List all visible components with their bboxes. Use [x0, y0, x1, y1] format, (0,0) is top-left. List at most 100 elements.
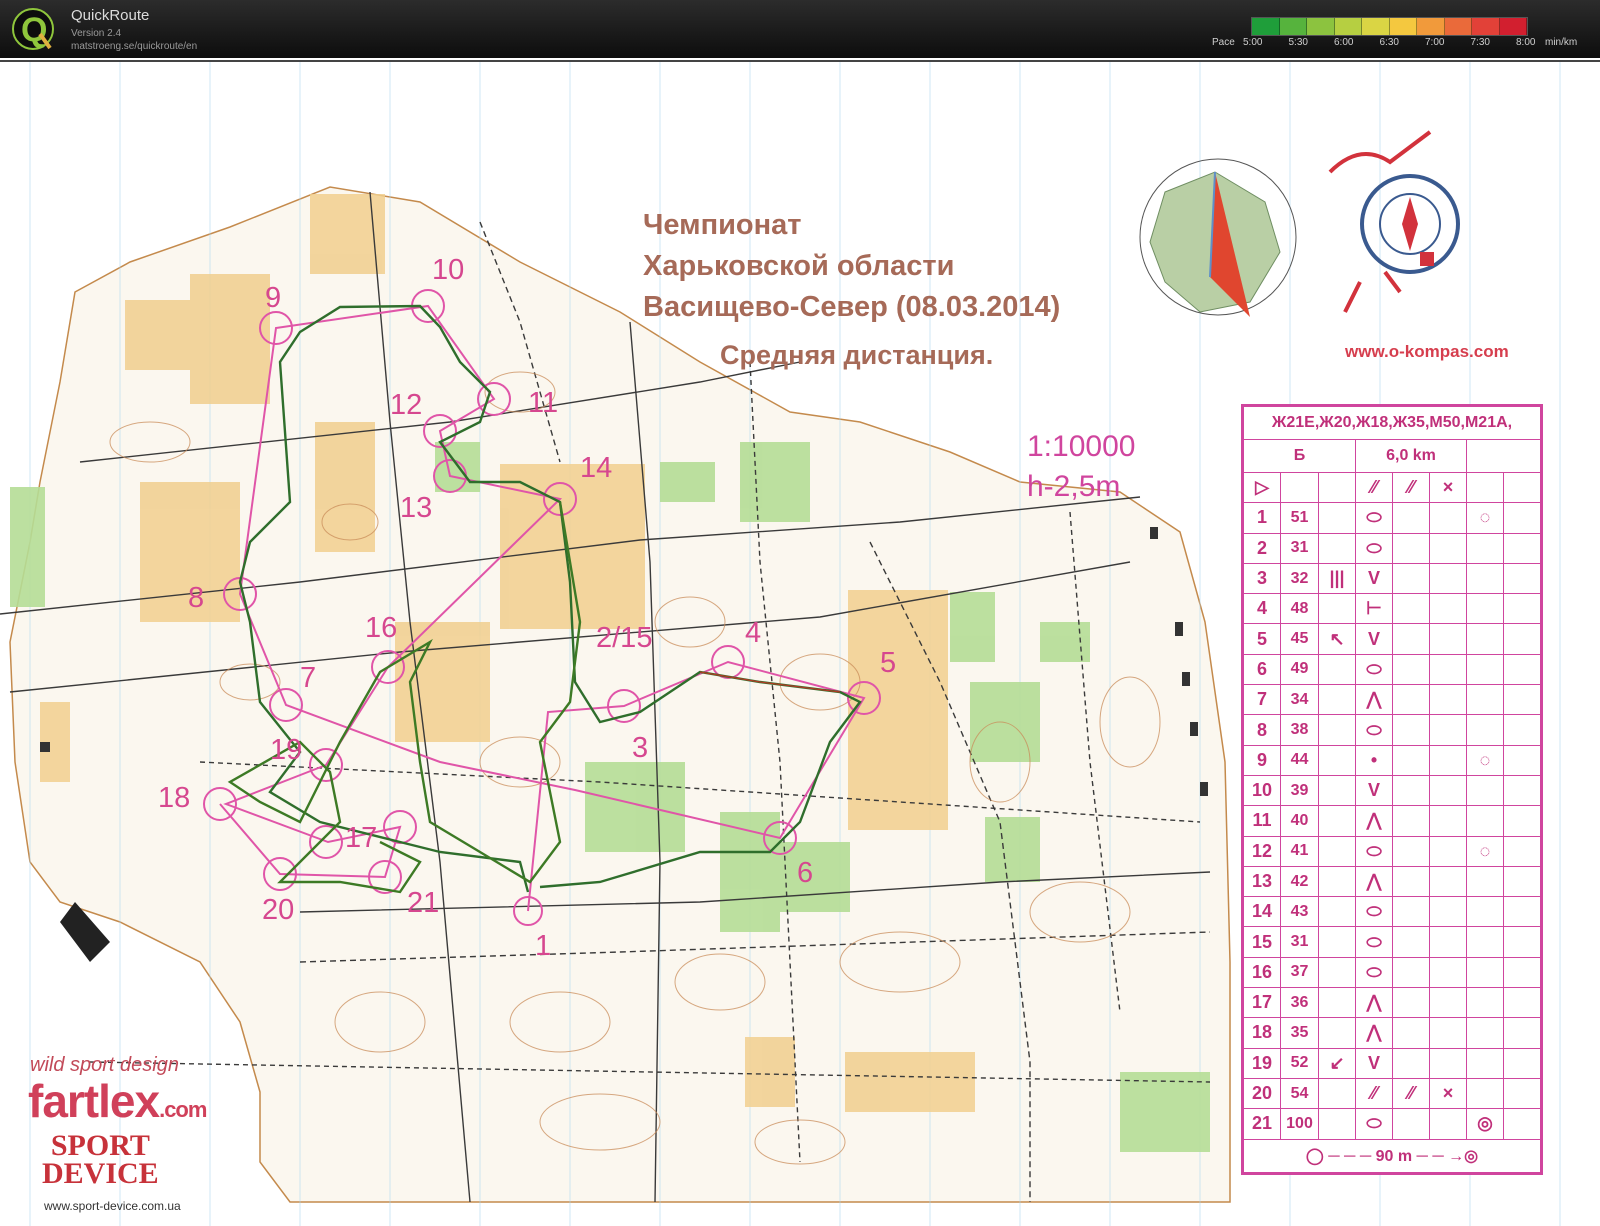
feature-symbol-icon: ⁄⁄: [1355, 1077, 1394, 1110]
other-cell: [1502, 1047, 1542, 1079]
title-line-1: Чемпионат: [643, 209, 802, 241]
start-cell: [1502, 471, 1542, 504]
location-cell: [1465, 653, 1504, 686]
description-row: 19 52 ↙ V: [1243, 1047, 1542, 1079]
app-version: Version 2.4 matstroeng.se/quickroute/en: [71, 27, 197, 53]
control-number: 8: [1243, 714, 1281, 746]
control-code: 39: [1279, 774, 1320, 807]
other-cell: [1502, 623, 1542, 655]
which-feature-cell: [1318, 744, 1357, 776]
appearance-cell: [1392, 684, 1430, 716]
club-website: www.o-kompas.com: [1345, 342, 1509, 361]
control-number: 12: [1243, 835, 1281, 867]
control-code: 42: [1279, 865, 1320, 898]
feature-symbol-icon: ⋀: [1355, 805, 1394, 837]
pace-tick: 7:00: [1425, 37, 1445, 48]
control-description-sheet: Ж21Е,Ж20,Ж18,Ж35,М50,М21А, Б 6,0 km ▷ ⁄⁄…: [1241, 404, 1543, 1175]
control-label: 1: [535, 930, 552, 962]
which-feature-cell: [1318, 835, 1357, 867]
which-feature-cell: [1318, 1017, 1357, 1049]
location-cell: [1465, 532, 1504, 564]
location-cell: [1465, 926, 1504, 958]
which-feature-cell: [1318, 987, 1357, 1019]
fartlex-suffix: .com: [159, 1097, 207, 1122]
location-cell: ◌: [1465, 835, 1504, 867]
appearance-cell: [1392, 835, 1430, 867]
description-row: 12 41 ⬭ ◌: [1243, 835, 1542, 867]
control-code: 36: [1279, 987, 1320, 1019]
which-feature-cell: [1318, 865, 1357, 898]
location-cell: [1465, 1017, 1504, 1049]
detail-cell: [1429, 744, 1467, 776]
control-label: 21: [407, 887, 440, 919]
control-code: 52: [1279, 1047, 1320, 1079]
description-row: 21 100 ⬭ ◎: [1243, 1108, 1542, 1140]
pace-tick: 6:00: [1334, 37, 1354, 48]
appearance-cell: [1392, 1017, 1430, 1049]
location-cell: [1465, 684, 1504, 716]
detail-cell: [1429, 562, 1467, 595]
description-row: 17 36 ⋀: [1243, 987, 1542, 1019]
detail-cell: [1429, 532, 1467, 564]
description-row: 11 40 ⋀: [1243, 805, 1542, 837]
other-cell: [1502, 593, 1542, 625]
course-length: 6,0 km: [1355, 439, 1467, 473]
detail-cell: [1429, 1108, 1467, 1140]
control-label: 13: [400, 492, 433, 524]
pace-color-step: [1417, 18, 1445, 35]
feature-symbol-icon: ⬭: [1355, 653, 1394, 686]
location-cell: [1465, 1047, 1504, 1079]
control-label: 14: [580, 452, 613, 484]
course-name: Б: [1242, 439, 1357, 473]
control-label: 16: [365, 612, 398, 644]
description-row: 18 35 ⋀: [1243, 1017, 1542, 1049]
description-row: 16 37 ⬭: [1243, 956, 1542, 989]
control-label: 7: [300, 662, 317, 694]
pace-color-step: [1472, 18, 1500, 35]
description-rows: 1 51 ⬭ ◌ 2 31 ⬭ 3 32 ||| V 4 48 ⊢ 5 45 ↖ V 6 49 ⬭ 7 34 ⋀ 8 38 ⬭ 9 44…: [1243, 502, 1542, 1140]
app-url[interactable]: matstroeng.se/quickroute/en: [71, 40, 197, 53]
control-label: 3: [632, 732, 649, 764]
sport-device-logo: SPORT DEVICE: [42, 1131, 159, 1189]
orienteering-map[interactable]: Чемпионат Харьковской области Васищево-С…: [0, 60, 1600, 1226]
control-code: 37: [1279, 956, 1320, 989]
control-label: 12: [390, 389, 423, 421]
feature-symbol-icon: ⬭: [1355, 835, 1394, 867]
appearance-cell: [1392, 1047, 1430, 1079]
which-feature-cell: [1318, 653, 1357, 686]
which-feature-cell: [1318, 1108, 1357, 1140]
quickroute-logo-icon: Q: [12, 8, 54, 50]
which-feature-cell: [1318, 774, 1357, 807]
control-label: 5: [880, 647, 897, 679]
control-label: 9: [265, 282, 282, 314]
detail-cell: [1429, 593, 1467, 625]
feature-symbol-icon: ⬭: [1355, 502, 1394, 534]
pace-gradient-bar: [1251, 17, 1528, 36]
feature-symbol-icon: ⊢: [1355, 593, 1394, 625]
control-code: 31: [1279, 926, 1320, 958]
description-row: 1 51 ⬭ ◌: [1243, 502, 1542, 534]
pace-color-step: [1499, 18, 1527, 35]
which-feature-cell: [1318, 1077, 1357, 1110]
appearance-cell: [1392, 653, 1430, 686]
location-cell: ◌: [1465, 744, 1504, 776]
control-code: 45: [1279, 623, 1320, 655]
other-cell: [1502, 502, 1542, 534]
control-number: 17: [1243, 987, 1281, 1019]
other-cell: [1502, 744, 1542, 776]
description-row: 10 39 V: [1243, 774, 1542, 807]
detail-cell: [1429, 896, 1467, 928]
pace-color-step: [1279, 18, 1307, 35]
appearance-cell: [1392, 623, 1430, 655]
pace-color-step: [1334, 18, 1362, 35]
pace-color-step: [1307, 18, 1335, 35]
control-label: 8: [188, 582, 205, 614]
contour-interval: h-2,5m: [1027, 470, 1121, 503]
description-row: 7 34 ⋀: [1243, 684, 1542, 716]
other-cell: [1502, 896, 1542, 928]
start-cell: [1465, 471, 1504, 504]
which-feature-cell: [1318, 502, 1357, 534]
location-cell: [1465, 956, 1504, 989]
control-code: 35: [1279, 1017, 1320, 1049]
feature-symbol-icon: V: [1355, 562, 1394, 595]
